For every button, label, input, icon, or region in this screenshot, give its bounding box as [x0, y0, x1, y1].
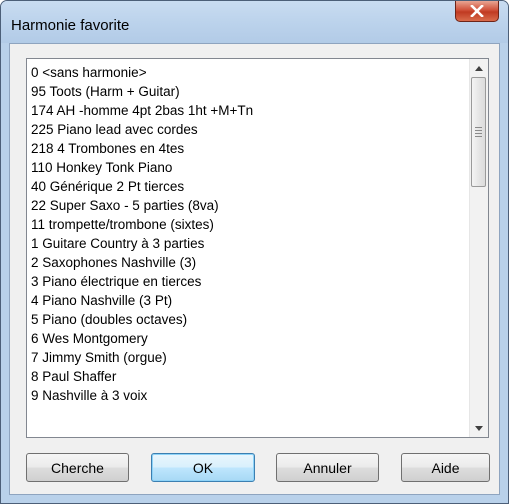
list-item[interactable]: 0 <sans harmonie> [28, 63, 468, 82]
harmony-list: 0 <sans harmonie> 95 Toots (Harm + Guitar… [28, 63, 468, 437]
scroll-down-button[interactable] [470, 419, 488, 437]
list-item[interactable]: 174 AH -homme 4pt 2bas 1ht +M+Tn [28, 101, 468, 120]
grip-icon [475, 125, 482, 139]
close-button[interactable] [455, 1, 499, 22]
scroll-up-button[interactable] [470, 59, 488, 77]
list-item[interactable]: 5 Piano (doubles octaves) [28, 310, 468, 329]
list-item[interactable]: 6 Wes Montgomery [28, 329, 468, 348]
list-item[interactable]: 8 Paul Shaffer [28, 367, 468, 386]
window-title: Harmonie favorite [11, 17, 130, 34]
list-item[interactable]: 22 Super Saxo - 5 parties (8va) [28, 196, 468, 215]
list-item[interactable]: 7 Jimmy Smith (orgue) [28, 348, 468, 367]
list-item[interactable]: 9 Nashville à 3 voix [28, 386, 468, 405]
list-item[interactable]: 95 Toots (Harm + Guitar) [28, 82, 468, 101]
list-item[interactable]: 225 Piano lead avec cordes [28, 120, 468, 139]
dialog-body: 0 <sans harmonie> 95 Toots (Harm + Guitar… [9, 43, 500, 495]
scrollbar-thumb[interactable] [471, 77, 486, 187]
list-item[interactable]: 3 Piano électrique en tierces [28, 272, 468, 291]
triangle-up-icon [475, 65, 483, 71]
list-item[interactable]: 1 Guitare Country à 3 parties [28, 234, 468, 253]
title-bar[interactable]: Harmonie favorite [1, 1, 508, 43]
help-button[interactable]: Aide [401, 453, 490, 482]
list-item[interactable]: 40 Générique 2 Pt tierces [28, 177, 468, 196]
list-item[interactable]: 2 Saxophones Nashville (3) [28, 253, 468, 272]
harmony-dialog: Harmonie favorite 0 <sans harmonie> 95 To… [0, 0, 509, 504]
list-item[interactable]: 218 4 Trombones en 4tes [28, 139, 468, 158]
harmony-listbox[interactable]: 0 <sans harmonie> 95 Toots (Harm + Guitar… [26, 58, 489, 438]
list-item[interactable]: 4 Piano Nashville (3 Pt) [28, 291, 468, 310]
list-item[interactable]: 110 Honkey Tonk Piano [28, 158, 468, 177]
close-icon [470, 5, 484, 17]
search-button[interactable]: Cherche [26, 453, 129, 482]
ok-button[interactable]: OK [151, 453, 255, 482]
triangle-down-icon [475, 425, 483, 431]
vertical-scrollbar[interactable] [469, 59, 488, 437]
list-item[interactable]: 11 trompette/trombone (sixtes) [28, 215, 468, 234]
cancel-button[interactable]: Annuler [276, 453, 379, 482]
